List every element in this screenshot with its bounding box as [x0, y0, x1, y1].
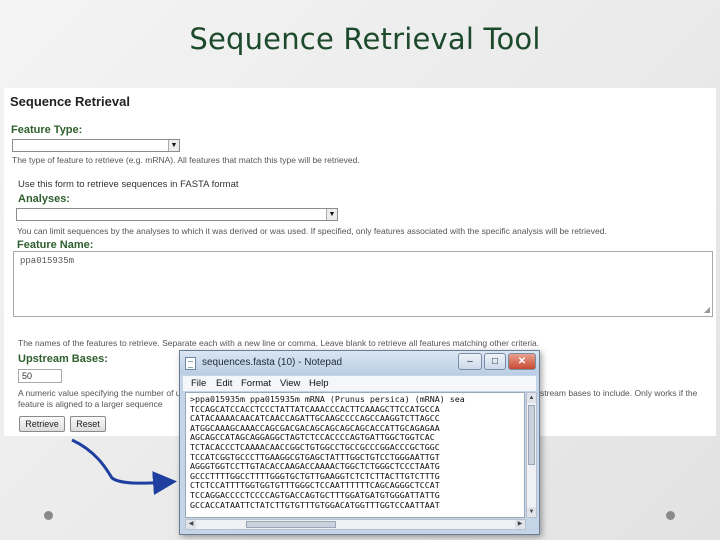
scroll-up-icon[interactable]: ▲ — [527, 393, 536, 403]
bullet-dot — [666, 511, 675, 520]
notepad-text-area[interactable]: >ppa015935m ppa015935m mRNA (Prunus pers… — [185, 392, 525, 518]
vertical-scrollbar[interactable]: ▲ ▼ — [526, 392, 537, 518]
notepad-title: sequences.fasta (10) - Notepad — [202, 357, 343, 368]
notepad-titlebar[interactable]: sequences.fasta (10) - Notepad – □ ✕ — [180, 351, 539, 375]
scroll-left-icon[interactable]: ◀ — [186, 520, 196, 529]
menu-edit[interactable]: Edit — [216, 378, 232, 389]
menu-file[interactable]: File — [191, 378, 206, 389]
sequence-line: GCCACCATAATTCTATCTTGTGTTTGTGGACATGGTTTGG… — [190, 499, 440, 510]
bullet-dot — [44, 511, 53, 520]
notepad-window[interactable]: sequences.fasta (10) - Notepad – □ ✕ Fil… — [179, 350, 540, 535]
vertical-scroll-thumb[interactable] — [528, 405, 535, 465]
menu-help[interactable]: Help — [309, 378, 329, 389]
minimize-button[interactable]: – — [458, 353, 482, 370]
scroll-down-icon[interactable]: ▼ — [527, 507, 536, 517]
notepad-menubar: File Edit Format View Help — [183, 376, 536, 391]
menu-format[interactable]: Format — [241, 378, 271, 389]
close-button[interactable]: ✕ — [508, 353, 536, 370]
horizontal-scroll-thumb[interactable] — [246, 521, 336, 528]
notepad-icon — [185, 357, 196, 370]
horizontal-scrollbar[interactable]: ◀ ▶ — [185, 519, 526, 530]
maximize-button[interactable]: □ — [484, 353, 506, 370]
menu-view[interactable]: View — [280, 378, 300, 389]
scroll-right-icon[interactable]: ▶ — [515, 520, 525, 529]
